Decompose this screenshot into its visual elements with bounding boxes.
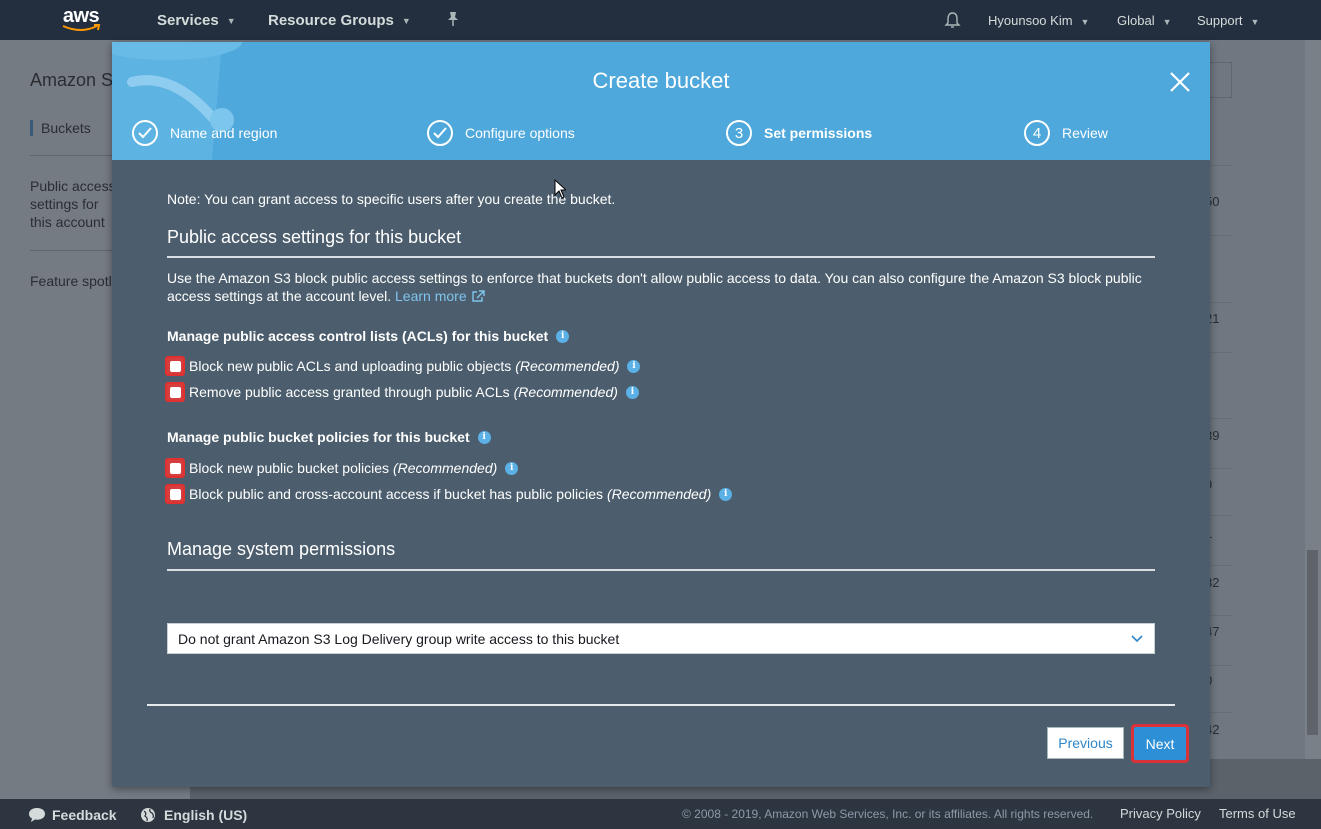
footer: Feedback English (US) © 2008 - 2019, Ama… (0, 799, 1321, 829)
page-scrollbar[interactable] (1305, 40, 1321, 759)
privacy-policy-link[interactable]: Privacy Policy (1120, 806, 1201, 821)
select-value: Do not grant Amazon S3 Log Delivery grou… (178, 630, 620, 647)
copyright-text: © 2008 - 2019, Amazon Web Services, Inc.… (682, 807, 1094, 821)
policy-option-block-new: Block new public bucket policies (Recomm… (165, 458, 519, 478)
chevron-down-icon: ▼ (1080, 16, 1090, 27)
bg-public-access-link: Public access settings for this account (30, 178, 116, 230)
note-text: Note: You can grant access to specific u… (167, 191, 616, 207)
step-configure-options[interactable]: Configure options (427, 120, 575, 146)
step-number: 4 (1024, 120, 1050, 146)
step-label: Name and region (170, 125, 278, 141)
public-access-heading: Public access settings for this bucket (167, 227, 462, 247)
globe-icon (141, 808, 155, 822)
policy-heading-text: Manage public bucket policies for this b… (167, 429, 470, 445)
bell-icon[interactable] (944, 11, 961, 32)
speech-bubble-icon (29, 808, 45, 822)
learn-more-label: Learn more (395, 288, 467, 304)
region-label: Global (1117, 13, 1155, 28)
check-icon (427, 120, 453, 146)
top-nav: aws Services ▼ Resource Groups ▼ Hyounsoo … (0, 0, 1321, 40)
mouse-cursor-icon (554, 179, 566, 199)
info-icon[interactable]: i (627, 359, 641, 373)
services-menu[interactable]: Services ▼ (157, 12, 236, 29)
support-label: Support (1197, 13, 1243, 28)
next-button[interactable]: Next (1134, 727, 1186, 760)
logo-text: aws (62, 5, 100, 27)
policy-option-block-cross-account: Block public and cross-account access if… (165, 484, 733, 504)
aws-logo[interactable]: aws (58, 6, 104, 34)
chevron-down-icon: ▼ (401, 16, 411, 27)
info-icon[interactable]: i (556, 329, 570, 343)
close-icon[interactable] (1168, 70, 1192, 94)
info-icon[interactable]: i (477, 430, 491, 444)
description-text: Use the Amazon S3 block public access se… (167, 270, 1142, 304)
language-label: English (US) (164, 807, 248, 823)
checkbox-block-new-acls[interactable] (165, 356, 185, 376)
modal-title: Create bucket (592, 68, 730, 93)
info-icon[interactable]: i (505, 461, 519, 475)
services-label: Services (157, 12, 219, 29)
chevron-down-icon: ▼ (226, 16, 236, 27)
acl-option-block-new: Block new public ACLs and uploading publ… (165, 356, 641, 376)
recommended-label: (Recommended) (606, 486, 712, 502)
external-link-icon (471, 290, 485, 302)
learn-more-link[interactable]: Learn more (395, 288, 485, 304)
region-menu[interactable]: Global ▼ (1117, 13, 1172, 28)
system-permissions-heading: Manage system permissions (167, 539, 396, 559)
system-permissions-select[interactable]: Do not grant Amazon S3 Log Delivery grou… (167, 623, 1155, 654)
checkbox-remove-public-acls[interactable] (165, 382, 185, 402)
option-label: Block new public ACLs and uploading publ… (189, 358, 512, 374)
support-menu[interactable]: Support ▼ (1197, 13, 1259, 28)
public-access-description: Use the Amazon S3 block public access se… (167, 269, 1155, 305)
info-icon[interactable]: i (719, 487, 733, 501)
acl-heading: Manage public access control lists (ACLs… (167, 328, 570, 344)
checkbox-block-cross-account[interactable] (165, 484, 185, 504)
feedback-button[interactable]: Feedback (28, 807, 117, 823)
divider (167, 256, 1155, 258)
modal-header: Create bucket Name and region Configure … (112, 42, 1210, 160)
user-menu[interactable]: Hyounsoo Kim ▼ (988, 13, 1089, 28)
recommended-label: (Recommended) (393, 460, 498, 476)
pin-icon[interactable] (446, 11, 460, 31)
option-label: Block new public bucket policies (189, 460, 389, 476)
step-label: Configure options (465, 125, 575, 141)
previous-button[interactable]: Previous (1047, 727, 1124, 759)
option-label: Remove public access granted through pub… (189, 384, 510, 400)
resource-groups-menu[interactable]: Resource Groups ▼ (268, 12, 411, 29)
policy-heading: Manage public bucket policies for this b… (167, 429, 491, 445)
acl-option-remove: Remove public access granted through pub… (165, 382, 639, 402)
recommended-label: (Recommended) (515, 358, 620, 374)
option-label: Block public and cross-account access if… (189, 486, 603, 502)
terms-of-use-link[interactable]: Terms of Use (1219, 806, 1296, 821)
divider (147, 704, 1175, 706)
info-icon[interactable]: i (625, 385, 639, 399)
step-review[interactable]: 4 Review (1024, 120, 1108, 146)
resource-groups-label: Resource Groups (268, 12, 394, 29)
feedback-label: Feedback (52, 807, 117, 823)
chevron-down-icon: ▼ (1250, 16, 1260, 27)
divider (167, 569, 1155, 571)
chevron-down-icon: ▼ (1162, 16, 1172, 27)
step-label: Set permissions (764, 125, 873, 141)
bg-buckets-link: Buckets (30, 120, 91, 136)
step-name-and-region[interactable]: Name and region (132, 120, 277, 146)
recommended-label: (Recommended) (513, 384, 618, 400)
create-bucket-modal: Create bucket Name and region Configure … (112, 42, 1210, 787)
user-label: Hyounsoo Kim (988, 13, 1073, 28)
language-selector[interactable]: English (US) (140, 807, 247, 823)
scrollbar-thumb[interactable] (1307, 550, 1318, 735)
bg-page-title: Amazon S (30, 70, 114, 90)
next-button-highlight: Next (1131, 724, 1189, 763)
step-label: Review (1062, 125, 1108, 141)
checkbox-block-new-policies[interactable] (165, 458, 185, 478)
check-icon (132, 120, 158, 146)
acl-heading-text: Manage public access control lists (ACLs… (167, 328, 549, 344)
step-set-permissions[interactable]: 3 Set permissions (726, 120, 872, 146)
chevron-down-icon (1131, 635, 1143, 643)
bg-feature-link: Feature spotl (30, 273, 112, 289)
step-number: 3 (726, 120, 752, 146)
